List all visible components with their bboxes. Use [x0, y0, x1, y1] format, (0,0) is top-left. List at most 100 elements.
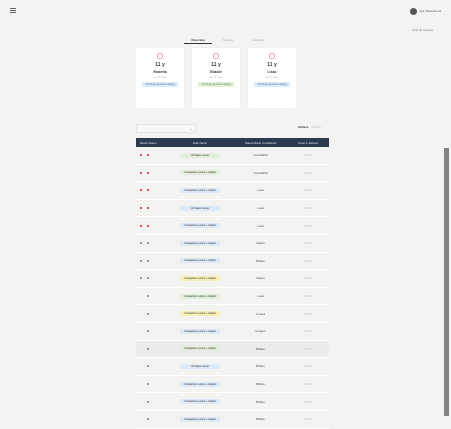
report-pill[interactable]: Comparison reports + insights — [180, 381, 220, 387]
row-markers — [136, 400, 166, 403]
report-pill[interactable]: Comparison reports + insights — [180, 311, 220, 317]
sort-option-a[interactable]: Ahhere — [298, 125, 308, 129]
date-cell: 2/3/42 — [304, 170, 312, 175]
report-pill[interactable]: Comparison reports + insights — [180, 240, 220, 246]
card-button[interactable]: Trend all you have ranking — [142, 82, 178, 87]
date-cell: 2/3/42 — [304, 417, 312, 422]
priority-icon — [140, 365, 142, 367]
report-pill[interactable]: Comparison reports + insights — [180, 328, 220, 334]
flag-icon — [147, 277, 149, 280]
flag-icon — [147, 154, 149, 157]
reviews-link[interactable]: Find all reviews — [412, 28, 433, 32]
table-row[interactable]: Comparison reports + insights Xiaom 2/3/42 — [136, 270, 329, 288]
tab-bar: Overview Settings Analytics — [184, 36, 272, 44]
report-pill[interactable]: All Status review — [180, 152, 220, 158]
report-cell: All Status review — [166, 152, 234, 158]
table-row[interactable]: Comparison reports + insights Bifahe 2/3/4… — [136, 393, 329, 411]
status-cell: Bifahe — [256, 346, 265, 351]
priority-icon — [140, 418, 142, 420]
table-row[interactable]: Comparison reports + insights C-taua 2/3/4… — [136, 305, 329, 323]
col-report-name[interactable]: Report Name — [136, 141, 166, 145]
tab-overview[interactable]: Overview — [184, 36, 212, 44]
report-cell: Comparison reports + insights — [166, 275, 234, 281]
row-markers — [136, 347, 166, 350]
date-cell: 2/3/42 — [304, 311, 312, 316]
card-value: 11 y — [155, 62, 165, 68]
col-date-name[interactable]: Date Name — [166, 141, 234, 145]
priority-icon — [140, 189, 142, 192]
user-menu[interactable]: Ilya Tiuloutikova — [409, 6, 441, 16]
tab-settings[interactable]: Settings — [214, 36, 242, 44]
table-row[interactable]: All Status review Luca 2/3/42 — [136, 200, 329, 218]
report-pill[interactable]: All Status review — [180, 363, 220, 369]
report-pill[interactable]: Comparison reports + insights — [180, 346, 220, 352]
priority-icon — [140, 277, 142, 280]
date-cell: 2/3/42 — [304, 346, 312, 351]
stat-card: 11 y Lisac per 30 days Trend all you hav… — [248, 48, 296, 108]
table-row[interactable]: Comparison reports + insights Luca 2/3/42 — [136, 182, 329, 200]
report-pill[interactable]: Comparison reports + insights — [180, 293, 220, 299]
status-cell: Xiaom — [256, 241, 265, 246]
status-cell: Bifahe — [256, 399, 265, 404]
flag-icon — [147, 242, 149, 245]
table-row[interactable]: All Status review Gucci&Pat 2/3/42 — [136, 147, 329, 165]
stat-card: 11 y Roberta per 30 days Trend all you h… — [136, 48, 184, 108]
row-markers — [136, 224, 166, 227]
table-row[interactable]: Comparison reports + insights Uniquor 2/3/… — [136, 323, 329, 341]
report-pill[interactable]: Comparison reports + insights — [180, 416, 220, 422]
row-markers — [136, 418, 166, 421]
report-pill[interactable]: Comparison reports + insights — [180, 223, 220, 229]
report-pill[interactable]: Comparison reports + insights — [180, 187, 220, 193]
table-row[interactable]: Comparison reports + insights Bifahe 2/3/4… — [136, 376, 329, 394]
row-markers — [136, 365, 166, 368]
top-bar: Ilya Tiuloutikova — [0, 0, 451, 22]
table-row[interactable]: Comparison reports + insights Bifahe 2/3/4… — [136, 411, 329, 429]
date-cell: 2/3/42 — [304, 329, 312, 334]
scrollbar[interactable] — [444, 148, 449, 416]
report-cell: All Status review — [166, 363, 234, 369]
date-cell: 2/3/42 — [304, 364, 312, 369]
row-markers — [136, 295, 166, 298]
avatar — [409, 7, 417, 15]
priority-icon — [140, 330, 142, 332]
card-button[interactable]: Trend all you have ranking — [198, 82, 234, 87]
region-select[interactable]: ⌄ — [136, 124, 196, 133]
flag-icon — [147, 347, 149, 350]
flag-icon — [147, 418, 149, 421]
report-pill[interactable]: Comparison reports + insights — [180, 275, 220, 281]
flag-icon — [147, 400, 149, 403]
table-row[interactable]: Comparison reports + insights Bifahe 2/3/4… — [136, 253, 329, 271]
report-pill[interactable]: Comparison reports + insights — [180, 399, 220, 405]
table-row[interactable]: Comparison reports + insights Gucci&Pat 2/… — [136, 165, 329, 183]
table-row[interactable]: Comparison reports + insights Bifahe 2/3/4… — [136, 340, 329, 359]
tab-analytics[interactable]: Analytics — [244, 36, 272, 44]
status-cell: C-taua — [255, 311, 265, 316]
flag-icon — [147, 207, 149, 210]
row-markers — [136, 242, 166, 245]
date-cell: 2/3/42 — [304, 206, 312, 211]
col-status[interactable]: Status Rank Conditions — [234, 141, 287, 145]
priority-icon — [140, 313, 142, 315]
table-row[interactable]: Comparison reports + insights Luca 2/3/42 — [136, 288, 329, 306]
report-cell: Comparison reports + insights — [166, 240, 234, 246]
sort-option-b[interactable]: Ahhere — [311, 125, 321, 129]
stat-cards: 11 y Roberta per 30 days Trend all you h… — [136, 48, 296, 108]
card-button[interactable]: Trend all you have ranking — [254, 82, 290, 87]
table-row[interactable]: All Status review Bifahe 2/3/42 — [136, 358, 329, 376]
report-pill[interactable]: Comparison reports + insights — [180, 258, 220, 264]
row-markers — [136, 383, 166, 386]
table-row[interactable]: Comparison reports + insights Xiaom 2/3/42 — [136, 235, 329, 253]
row-markers — [136, 207, 166, 210]
card-value: 11 y — [211, 62, 221, 68]
table-row[interactable]: Comparison reports + insights Luca 2/3/42 — [136, 217, 329, 235]
report-cell: Comparison reports + insights — [166, 381, 234, 387]
alert-icon — [157, 53, 163, 59]
table-body: All Status review Gucci&Pat 2/3/42 Comparis… — [136, 147, 329, 429]
report-cell: Comparison reports + insights — [166, 258, 234, 264]
col-open[interactable]: Open in Review — [287, 141, 329, 145]
row-markers — [136, 171, 166, 174]
menu-icon[interactable] — [10, 8, 16, 14]
table-header: Report Name Date Name Status Rank Condit… — [136, 138, 329, 147]
report-pill[interactable]: All Status review — [180, 205, 220, 211]
report-pill[interactable]: Comparison reports + insights — [180, 170, 220, 176]
